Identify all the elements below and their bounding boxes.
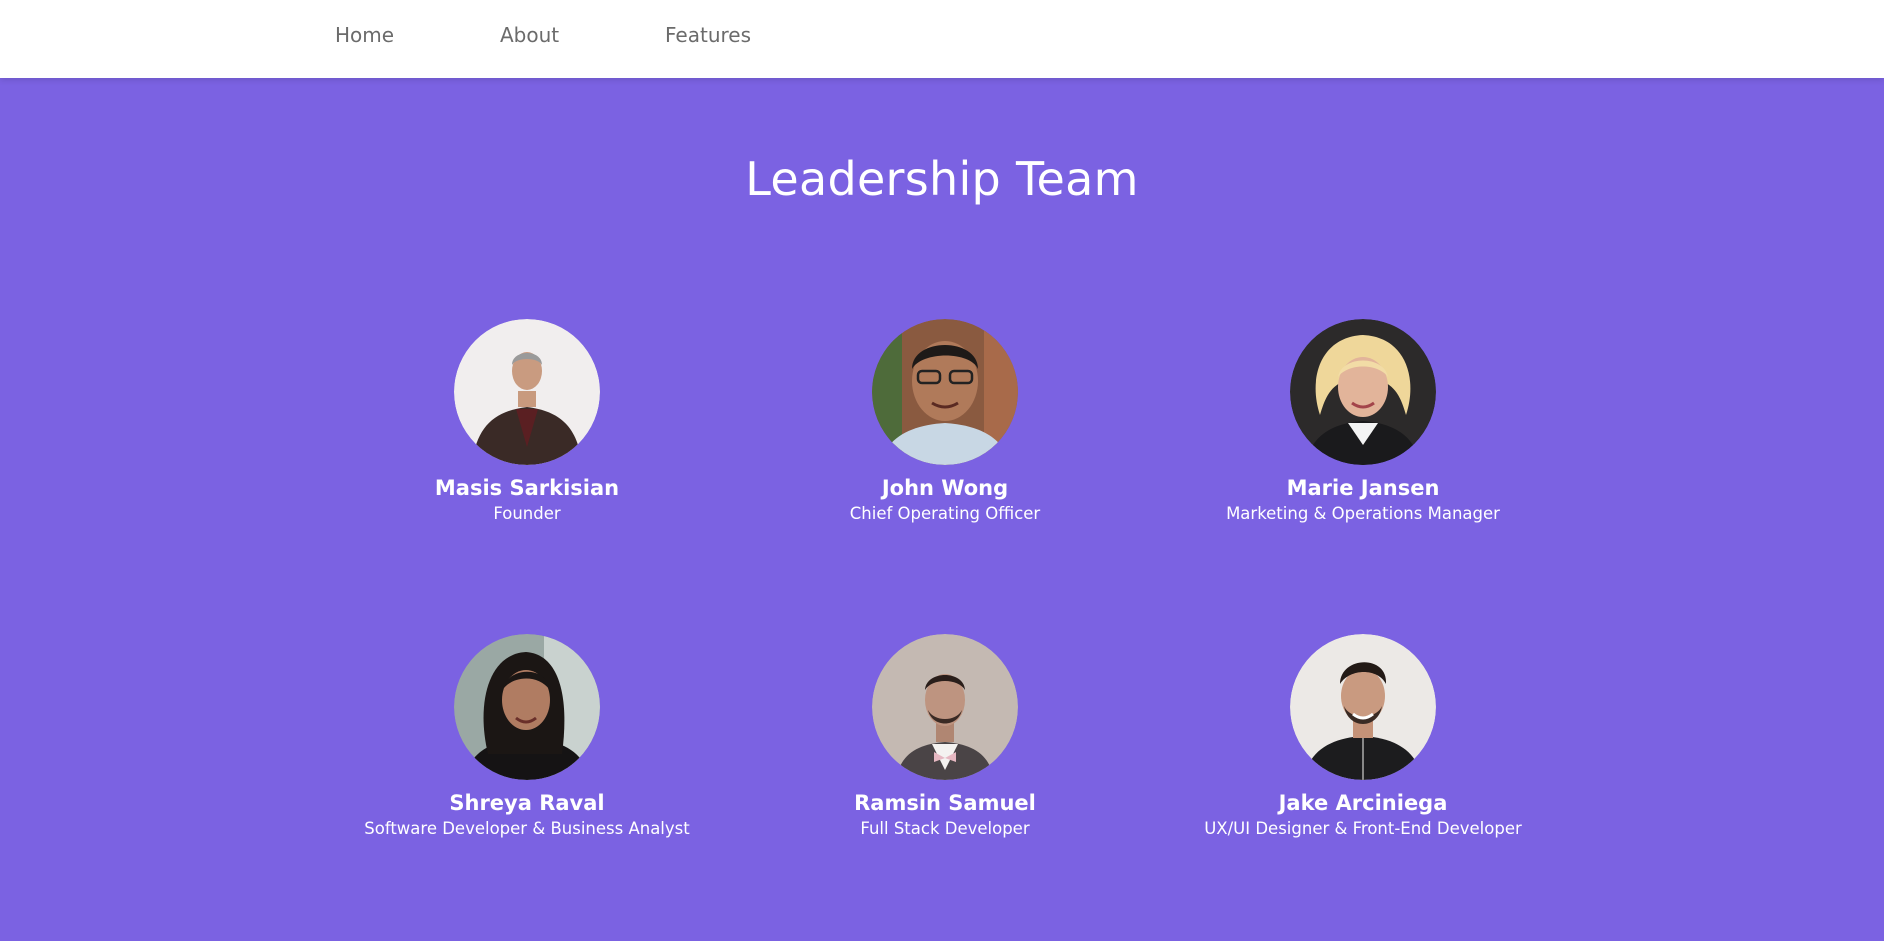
member-role: Full Stack Developer (860, 819, 1030, 838)
avatar (454, 319, 600, 465)
member-name: Jake Arciniega (1278, 791, 1448, 815)
team-member-card: Shreya Raval Software Developer & Busine… (317, 634, 737, 840)
section-title: Leadership Team (745, 152, 1139, 206)
nav-link-features[interactable]: Features (665, 23, 751, 47)
avatar (1290, 319, 1436, 465)
member-name: Ramsin Samuel (854, 791, 1036, 815)
avatar (872, 634, 1018, 780)
member-name: Masis Sarkisian (434, 476, 620, 500)
member-name: Shreya Raval (449, 791, 605, 815)
avatar (872, 319, 1018, 465)
nav-link-about[interactable]: About (500, 23, 559, 47)
member-role: Founder (493, 504, 561, 523)
member-name: John Wong (881, 476, 1009, 500)
member-role: Marketing & Operations Manager (1226, 504, 1500, 523)
team-member-card: Ramsin Samuel Full Stack Developer (735, 634, 1155, 840)
member-name: Marie Jansen (1286, 476, 1440, 500)
top-navigation-bar: Home About Features (0, 0, 1884, 78)
team-member-card: John Wong Chief Operating Officer (735, 319, 1155, 525)
avatar (454, 634, 600, 780)
member-role: UX/UI Designer & Front-End Developer (1204, 819, 1522, 838)
avatar (1290, 634, 1436, 780)
team-member-card: Jake Arciniega UX/UI Designer & Front-En… (1153, 634, 1573, 840)
member-role: Software Developer & Business Analyst (364, 819, 690, 838)
nav-link-home[interactable]: Home (335, 23, 394, 47)
team-member-card: Marie Jansen Marketing & Operations Mana… (1153, 319, 1573, 525)
team-member-card: Masis Sarkisian Founder (317, 319, 737, 525)
member-role: Chief Operating Officer (849, 504, 1041, 523)
